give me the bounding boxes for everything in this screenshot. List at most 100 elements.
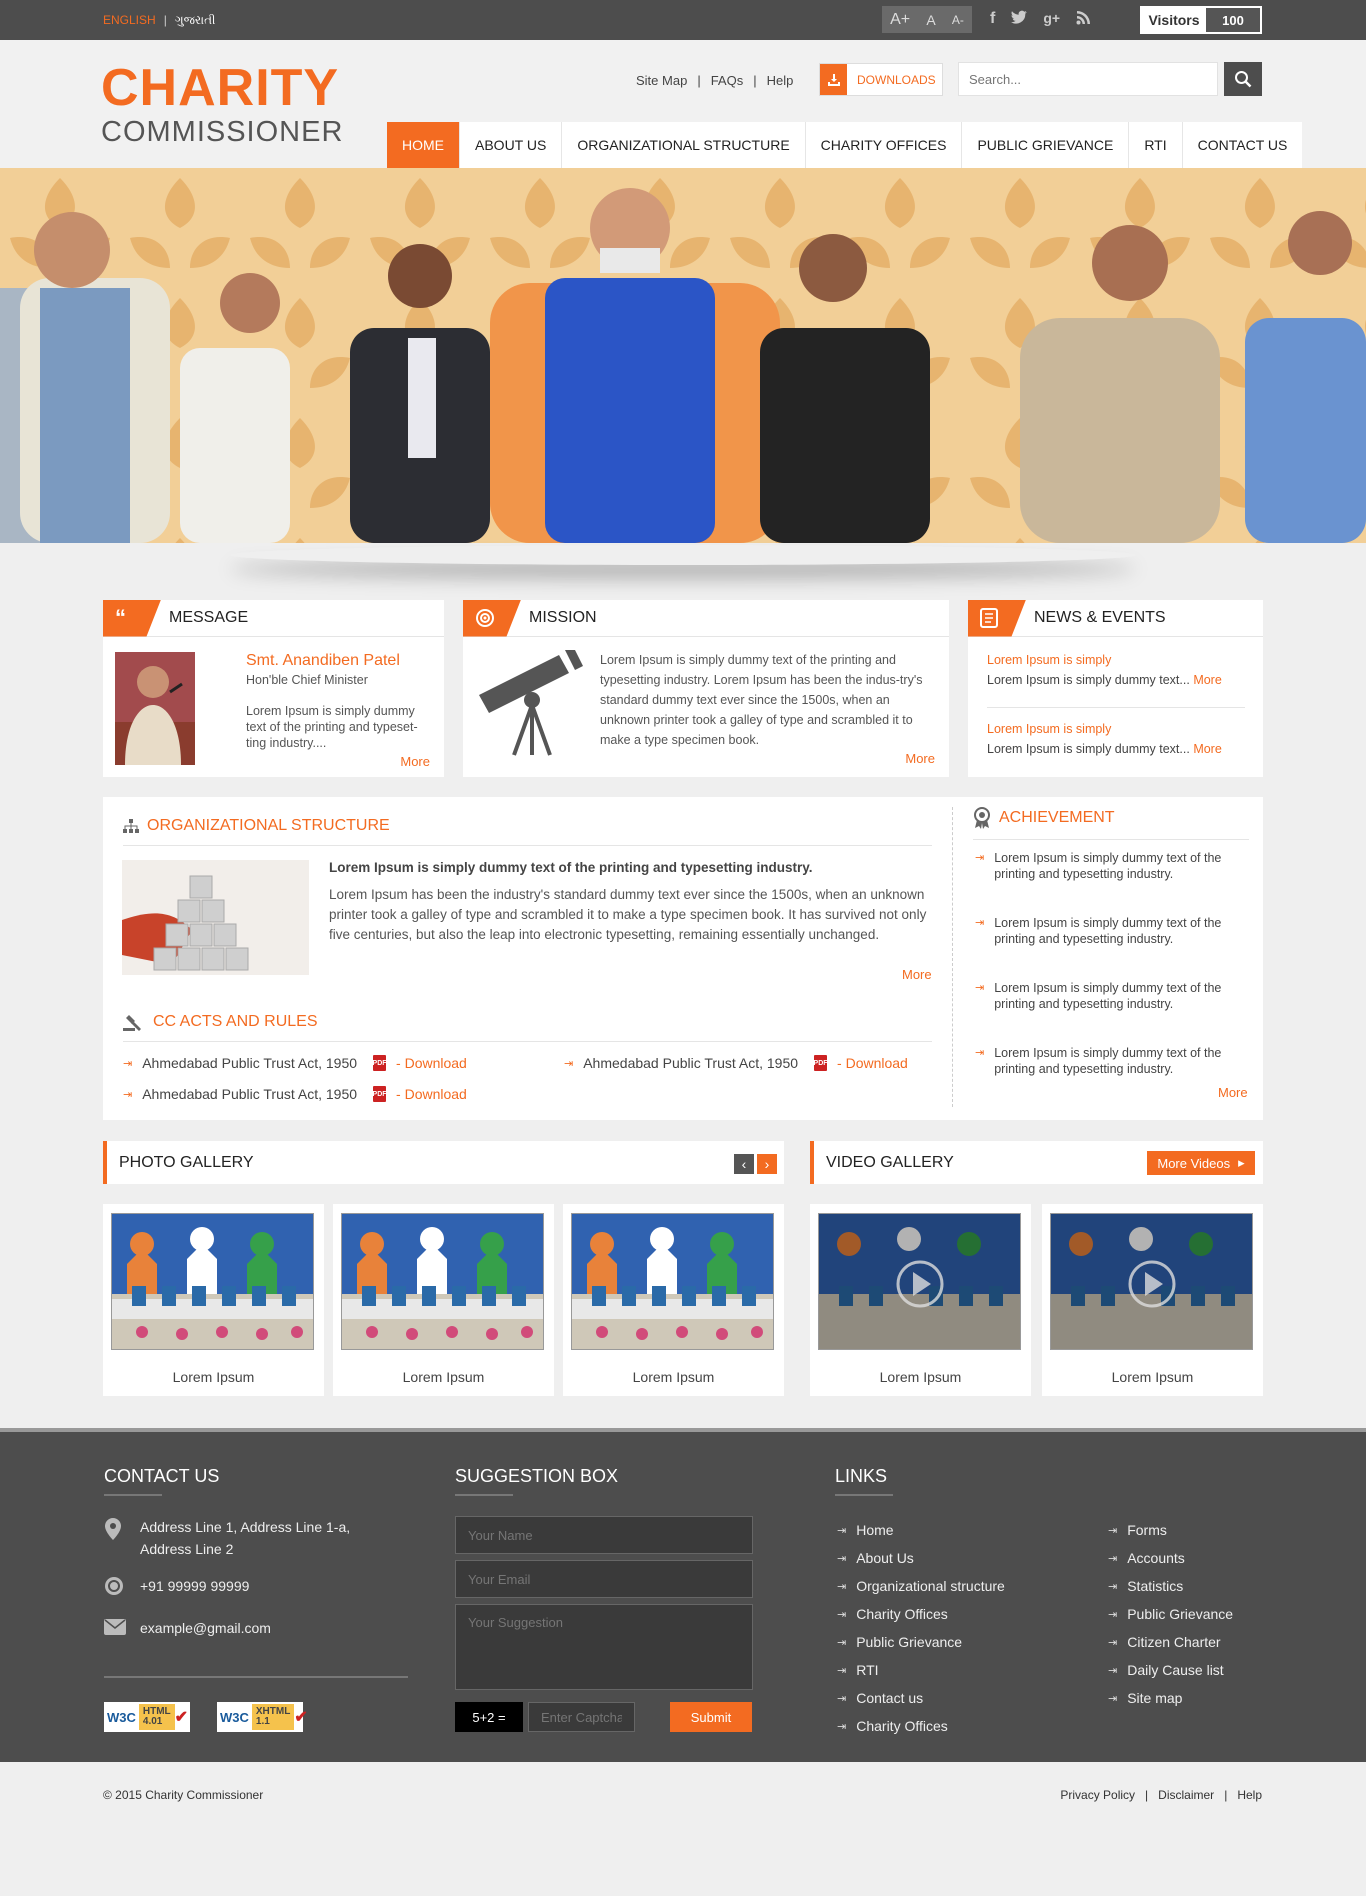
news-more-link[interactable]: More [1193, 742, 1221, 756]
googleplus-icon[interactable]: g+ [1043, 10, 1060, 30]
next-arrow-icon[interactable]: › [757, 1154, 777, 1174]
rss-icon[interactable] [1076, 10, 1091, 30]
prev-arrow-icon[interactable]: ‹ [734, 1154, 754, 1174]
check-icon: ✔ [294, 1709, 308, 1726]
nav-charity-offices[interactable]: CHARITY OFFICES [806, 122, 963, 168]
footer-link-charity-offices[interactable]: ⇥ Charity Offices [837, 1606, 948, 1622]
news-item-head[interactable]: Lorem Ipsum is simply [987, 722, 1111, 736]
arrow-icon: ⇥ [837, 1524, 847, 1537]
photo-thumb[interactable]: Lorem Ipsum [563, 1204, 784, 1396]
org-lead: Lorem Ipsum is simply dummy text of the … [329, 860, 813, 875]
video-thumb[interactable]: Lorem Ipsum [1042, 1204, 1263, 1396]
search-button[interactable] [1224, 62, 1262, 96]
more-videos-button[interactable]: More Videos ▸ [1147, 1151, 1255, 1175]
facebook-icon[interactable]: f [990, 10, 995, 30]
suggestion-textarea[interactable] [455, 1604, 753, 1690]
font-increase-button[interactable]: A+ [890, 11, 910, 29]
logo-subtitle[interactable]: COMMISSIONER [101, 118, 343, 147]
footer-link-organizational-structure[interactable]: ⇥ Organizational structure [837, 1578, 1005, 1594]
footer-link-public-grievance[interactable]: ⇥ Public Grievance [837, 1634, 962, 1650]
arrow-icon: ⇥ [975, 852, 985, 864]
arrow-icon: ⇥ [837, 1580, 847, 1593]
nav-about-us[interactable]: ABOUT US [460, 122, 563, 168]
suggestion-email-input[interactable] [455, 1560, 753, 1598]
footer-email[interactable]: example@gmail.com [140, 1620, 271, 1636]
help-link[interactable]: Help [767, 73, 794, 88]
photo-thumb[interactable]: Lorem Ipsum [103, 1204, 324, 1396]
act-name: Ahmedabad Public Trust Act, 1950 [142, 1086, 358, 1102]
site-footer: CONTACT US Address Line 1, Address Line … [0, 1428, 1366, 1762]
language-switcher: ENGLISH | ગુજરાતી [103, 13, 216, 27]
gallery-photo [341, 1213, 544, 1350]
org-text: Lorem Ipsum has been the industry's stan… [329, 887, 927, 942]
nav-organizational-structure[interactable]: ORGANIZATIONAL STRUCTURE [562, 122, 806, 168]
arrow-icon: ⇥ [123, 1057, 133, 1070]
info-panel: ORGANIZATIONAL STRUCTURE Lorem Ipsum is … [103, 797, 1263, 1120]
achievement-header: ACHIEVEMENT [973, 807, 1249, 840]
footer-link-public-grievance-2[interactable]: ⇥ Public Grievance [1108, 1606, 1233, 1622]
nav-home[interactable]: HOME [387, 122, 460, 168]
utility-links: Site Map | FAQs | Help [636, 73, 794, 88]
message-more-link[interactable]: More [400, 754, 430, 769]
org-more-link[interactable]: More [902, 967, 932, 982]
nav-contact-us[interactable]: CONTACT US [1183, 122, 1303, 168]
footer-link-home[interactable]: ⇥ Home [837, 1522, 894, 1538]
social-links: f g+ [990, 10, 1091, 30]
search-input[interactable] [958, 62, 1218, 96]
disclaimer-link[interactable]: Disclaimer [1158, 1788, 1214, 1802]
acts-title: CC ACTS AND RULES [153, 1013, 318, 1030]
privacy-policy-link[interactable]: Privacy Policy [1060, 1788, 1135, 1802]
footer-link-site-map[interactable]: ⇥ Site map [1108, 1690, 1182, 1706]
footer-link-statistics[interactable]: ⇥ Statistics [1108, 1578, 1183, 1594]
footer-suggestion-title: SUGGESTION BOX [455, 1466, 619, 1486]
arrow-icon: ⇥ [564, 1057, 574, 1070]
nav-public-grievance[interactable]: PUBLIC GRIEVANCE [962, 122, 1130, 168]
act-download-link[interactable]: - Download [837, 1055, 908, 1071]
logo-title[interactable]: CHARITY [101, 62, 339, 114]
achievement-item: ⇥ Lorem Ipsum is simply dummy text of the… [975, 981, 1222, 1011]
w3c-xhtml-badge[interactable]: W3C XHTML 1.1 ✔ [217, 1702, 308, 1732]
footer-links-title: LINKS [835, 1466, 888, 1486]
arrow-icon: ⇥ [975, 982, 985, 994]
arrow-icon: ⇥ [1108, 1636, 1118, 1649]
nav-rti[interactable]: RTI [1129, 122, 1183, 168]
act-download-link[interactable]: - Download [396, 1055, 467, 1071]
submit-button[interactable]: Submit [670, 1702, 752, 1732]
telescope-icon [479, 650, 583, 756]
mission-more-link[interactable]: More [905, 751, 935, 766]
org-chart-icon [123, 819, 139, 833]
lang-english-link[interactable]: ENGLISH [103, 13, 156, 27]
pdf-icon: PDF [373, 1055, 387, 1071]
photo-thumb[interactable]: Lorem Ipsum [333, 1204, 554, 1396]
footer-link-daily-cause-list[interactable]: ⇥ Daily Cause list [1108, 1662, 1224, 1678]
download-icon [820, 64, 847, 95]
footer-link-citizen-charter[interactable]: ⇥ Citizen Charter [1108, 1634, 1221, 1650]
captcha-input[interactable] [528, 1702, 635, 1732]
help-link-footer[interactable]: Help [1237, 1788, 1262, 1802]
faqs-link[interactable]: FAQs [711, 73, 744, 88]
message-text: Lorem Ipsum is simply dummy text of the … [246, 704, 418, 750]
footer-link-forms[interactable]: ⇥ Forms [1108, 1522, 1167, 1538]
achievement-more-link[interactable]: More [1218, 1085, 1248, 1100]
news-item-head[interactable]: Lorem Ipsum is simply [987, 653, 1111, 667]
font-normal-button[interactable]: A [926, 12, 935, 28]
twitter-icon[interactable] [1011, 10, 1028, 30]
arrow-icon: ⇥ [1108, 1524, 1118, 1537]
sitemap-link[interactable]: Site Map [636, 73, 687, 88]
video-thumb[interactable]: Lorem Ipsum [810, 1204, 1031, 1396]
w3c-html-badge[interactable]: W3C HTML 4.01 ✔ [104, 1702, 190, 1732]
lang-gujarati-link[interactable]: ગુજરાતી [175, 13, 216, 27]
arrow-icon: ⇥ [975, 917, 985, 929]
footer-link-accounts[interactable]: ⇥ Accounts [1108, 1550, 1185, 1566]
footer-link-contact-us[interactable]: ⇥ Contact us [837, 1690, 923, 1706]
font-decrease-button[interactable]: A- [952, 13, 964, 27]
play-arrow-icon: ▸ [1238, 1155, 1245, 1170]
suggestion-name-input[interactable] [455, 1516, 753, 1554]
downloads-button[interactable]: DOWNLOADS [819, 63, 943, 96]
news-more-link[interactable]: More [1193, 673, 1221, 687]
cm-role: Hon'ble Chief Minister [246, 673, 368, 687]
footer-link-rti[interactable]: ⇥ RTI [837, 1662, 879, 1678]
footer-link-charity-offices-2[interactable]: ⇥ Charity Offices [837, 1718, 948, 1734]
act-download-link[interactable]: - Download [396, 1086, 467, 1102]
footer-link-about-us[interactable]: ⇥ About Us [837, 1550, 914, 1566]
